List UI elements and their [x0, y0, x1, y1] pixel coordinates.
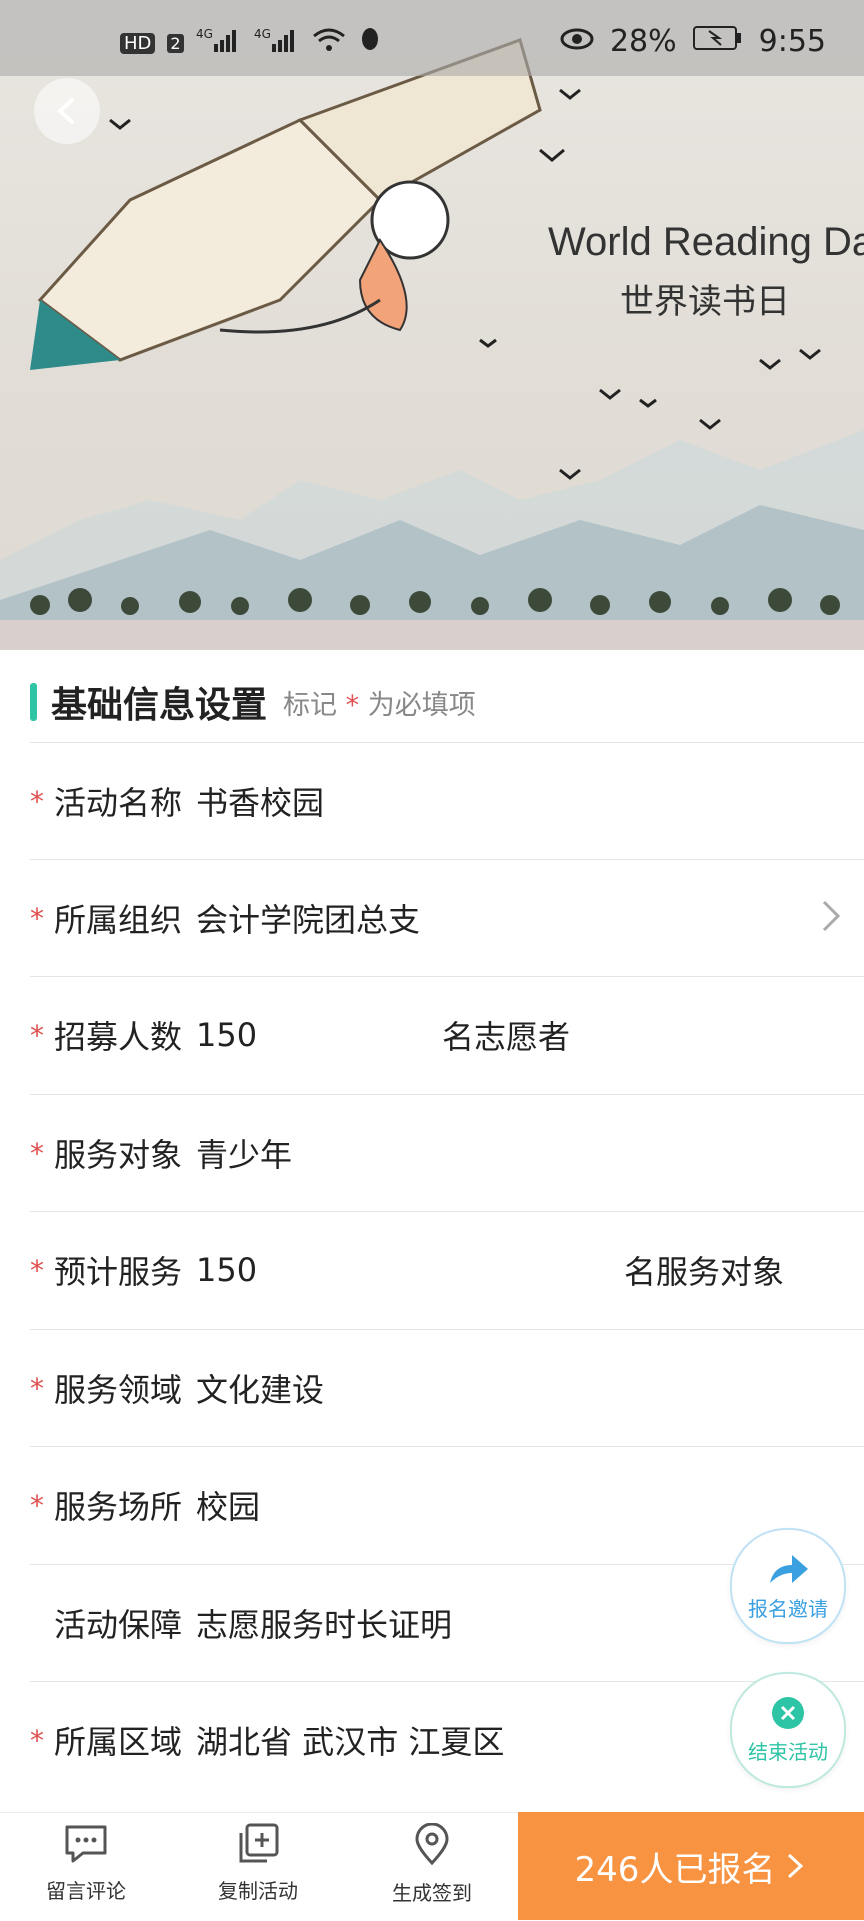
hero-illustration	[0, 38, 864, 650]
note-prefix: 标记	[283, 689, 338, 721]
row-service-target[interactable]: * 服务对象 青少年	[30, 1094, 864, 1211]
hero-title-en: World Reading Day	[548, 220, 864, 264]
battery-icon	[692, 24, 743, 59]
row-label: 活动保障	[54, 1606, 183, 1644]
chevron-right-icon	[822, 900, 841, 932]
required-star: *	[30, 901, 44, 935]
required-star: *	[30, 1488, 44, 1522]
signup-count-button[interactable]: 246人已报名	[518, 1812, 864, 1920]
required-star: *	[30, 1136, 44, 1170]
tab-comment-label: 留言评论	[46, 1879, 126, 1903]
status-left-icons: HD 2 4G 4G	[120, 26, 382, 61]
expected-service-value[interactable]: 150	[196, 1251, 257, 1289]
invite-signup-label: 报名邀请	[748, 1596, 828, 1621]
signup-count-label: 246人已报名	[574, 1849, 776, 1890]
battery-percent: 28%	[609, 24, 677, 59]
service-field-value[interactable]: 文化建设	[196, 1365, 324, 1411]
row-label: 招募人数	[54, 1018, 183, 1056]
required-note: 标记 * 为必填项	[283, 683, 476, 722]
recruit-count-value[interactable]: 150	[196, 1016, 257, 1054]
row-label: 服务场所	[54, 1488, 183, 1526]
location-pin-icon	[415, 1823, 449, 1866]
comment-icon	[65, 1825, 107, 1863]
row-organization[interactable]: * 所属组织 会计学院团总支	[30, 859, 864, 976]
hd-icon: HD	[120, 33, 156, 54]
row-service-venue[interactable]: * 服务场所 校园	[30, 1446, 864, 1563]
status-bar: HD 2 4G 4G 28% 9:55	[0, 0, 864, 76]
hero-banner: World Reading Day 世界读书日 HD 2 4G 4G 28% 9…	[0, 0, 864, 650]
end-activity-label: 结束活动	[748, 1739, 828, 1764]
sim-2-icon: 2	[167, 34, 184, 53]
chevron-left-icon	[57, 98, 74, 124]
row-label: 活动名称	[54, 784, 183, 822]
activity-guarantee-value[interactable]: 志愿服务时长证明	[196, 1600, 452, 1646]
tab-comment[interactable]: 留言评论	[16, 1823, 156, 1904]
tab-copy[interactable]: 复制活动	[188, 1823, 328, 1904]
row-service-field[interactable]: * 服务领域 文化建设	[30, 1329, 864, 1446]
region-value[interactable]: 湖北省 武汉市 江夏区	[196, 1717, 504, 1763]
note-suffix: 为必填项	[367, 689, 476, 721]
note-star: *	[345, 689, 360, 721]
row-label: 所属组织	[54, 901, 183, 939]
hero-title-cn: 世界读书日	[620, 282, 790, 322]
back-button[interactable]	[34, 78, 100, 144]
clock: 9:55	[758, 24, 826, 59]
tab-checkin[interactable]: 生成签到	[362, 1823, 502, 1906]
row-label: 服务领域	[54, 1371, 183, 1409]
share-arrow-icon	[770, 1554, 808, 1583]
row-label: 所属区域	[54, 1723, 183, 1761]
end-activity-button[interactable]: 结束活动	[730, 1672, 846, 1788]
required-star: *	[30, 1371, 44, 1405]
tab-checkin-label: 生成签到	[392, 1881, 472, 1905]
eye-icon	[560, 24, 594, 59]
copy-icon	[239, 1823, 279, 1863]
section-header: 基础信息设置 标记 * 为必填项	[30, 676, 476, 728]
recruit-unit: 名志愿者	[442, 1018, 571, 1056]
wifi-icon	[312, 26, 346, 61]
service-venue-value[interactable]: 校园	[196, 1482, 260, 1528]
qq-icon	[358, 26, 382, 61]
row-expected-service[interactable]: * 预计服务 150 名服务对象	[30, 1211, 864, 1328]
close-circle-icon	[772, 1696, 804, 1729]
row-label: 服务对象	[54, 1136, 183, 1174]
expected-service-unit: 名服务对象	[624, 1253, 785, 1291]
invite-signup-button[interactable]: 报名邀请	[730, 1528, 846, 1644]
activity-name-value[interactable]: 书香校园	[196, 778, 324, 824]
required-star: *	[30, 784, 44, 818]
row-label: 预计服务	[54, 1253, 183, 1291]
row-activity-name[interactable]: * 活动名称 书香校园	[30, 742, 864, 859]
svg-text:4G: 4G	[254, 27, 271, 41]
tab-copy-label: 复制活动	[218, 1879, 298, 1903]
required-star: *	[30, 1723, 44, 1757]
required-star: *	[30, 1253, 44, 1287]
section-accent-bar	[30, 683, 37, 721]
organization-value[interactable]: 会计学院团总支	[196, 895, 420, 941]
row-recruit-count[interactable]: * 招募人数 150 名志愿者	[30, 976, 864, 1093]
svg-text:4G: 4G	[196, 27, 213, 41]
signal-4g-icon: 4G	[254, 26, 300, 61]
chevron-right-icon	[788, 1853, 804, 1879]
status-right: 28% 9:55	[560, 24, 826, 59]
required-star: *	[30, 1018, 44, 1052]
service-target-value[interactable]: 青少年	[196, 1130, 292, 1176]
section-title: 基础信息设置	[51, 685, 268, 726]
signal-4g-icon: 4G	[196, 26, 242, 61]
